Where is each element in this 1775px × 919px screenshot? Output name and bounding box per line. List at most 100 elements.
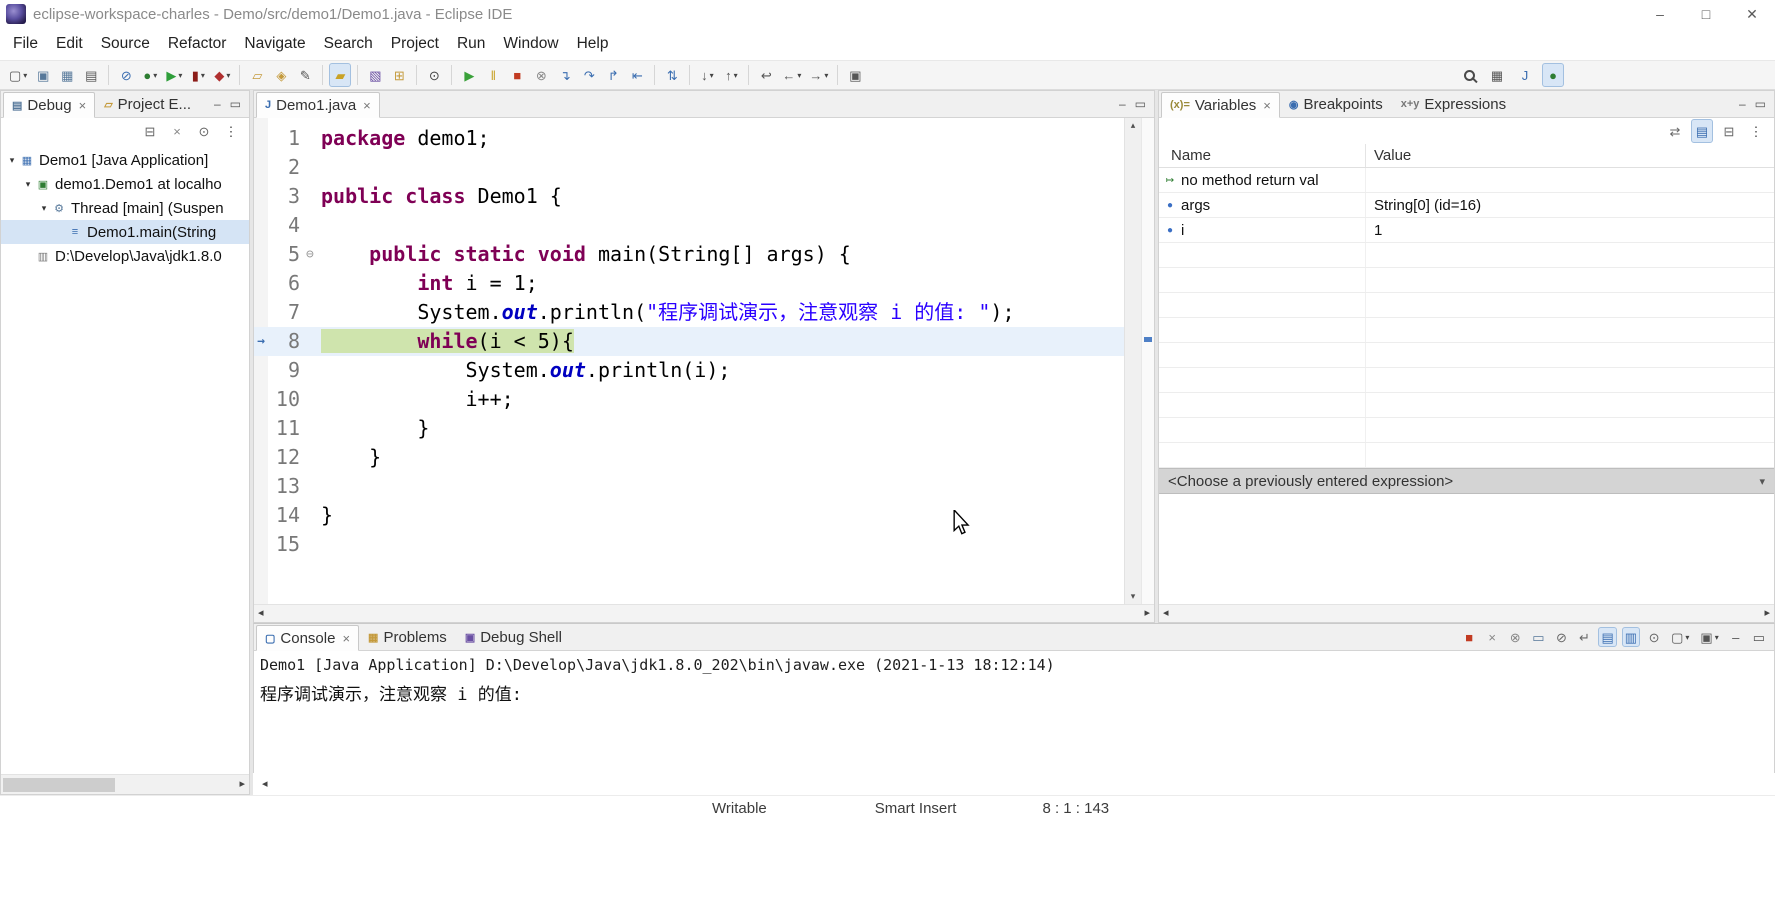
- save-all-button[interactable]: ▦: [56, 63, 78, 87]
- expander-icon[interactable]: ▾: [5, 155, 19, 166]
- close-icon[interactable]: ×: [342, 631, 350, 646]
- code-line[interactable]: 12 }: [254, 443, 1124, 472]
- open-task-button[interactable]: ✎: [294, 63, 316, 87]
- collapse-all-button[interactable]: ⊟: [1718, 119, 1740, 143]
- chevron-down-icon[interactable]: ▾: [1759, 475, 1765, 488]
- previous-annotation-button[interactable]: ↑▾: [720, 63, 742, 87]
- forward-button[interactable]: →▾: [806, 63, 831, 87]
- print-button[interactable]: ▤: [80, 63, 102, 87]
- maximize-view-button[interactable]: ▭: [1132, 97, 1149, 111]
- editor-hscrollbar[interactable]: [254, 604, 1154, 622]
- next-annotation-button[interactable]: ↓▾: [696, 63, 718, 87]
- tree-item[interactable]: ≡Demo1.main(String: [1, 220, 249, 244]
- tree-item[interactable]: ▥D:\Develop\Java\jdk1.8.0: [1, 244, 249, 268]
- editor-body[interactable]: 1package demo1;23public class Demo1 {45⊖…: [254, 118, 1154, 604]
- coverage-button[interactable]: ▮▾: [187, 63, 209, 87]
- tree-item[interactable]: ▾▣demo1.Demo1 at localho: [1, 172, 249, 196]
- code-line[interactable]: 11 }: [254, 414, 1124, 443]
- menu-project[interactable]: Project: [382, 30, 448, 58]
- scroll-left-icon[interactable]: [262, 779, 268, 790]
- new-java-package-button[interactable]: ⊞: [388, 63, 410, 87]
- tab-breakpoints[interactable]: ◉Breakpoints: [1280, 91, 1392, 117]
- tab-console[interactable]: ▢Console×: [256, 625, 359, 651]
- code-line[interactable]: →8 while(i < 5){: [254, 327, 1124, 356]
- tab-project-explorer[interactable]: ▱Project E...: [95, 91, 200, 117]
- scroll-up-icon[interactable]: [1131, 121, 1136, 130]
- new-wizard-button[interactable]: ▢▾: [6, 63, 30, 87]
- scroll-lock-button[interactable]: ⊘: [1552, 627, 1570, 647]
- debug-view-hscrollbar[interactable]: [1, 774, 249, 794]
- tab-debug[interactable]: ▤Debug×: [3, 92, 95, 118]
- menu-edit[interactable]: Edit: [47, 30, 92, 58]
- back-button[interactable]: ←▾: [779, 63, 804, 87]
- resume-button[interactable]: ▶: [458, 63, 480, 87]
- debug-button[interactable]: ●▾: [139, 63, 161, 87]
- tree-item[interactable]: ▾▦Demo1 [Java Application]: [1, 148, 249, 172]
- close-button[interactable]: ✕: [1729, 0, 1775, 28]
- remove-all-terminated-button[interactable]: ⊗: [1506, 627, 1524, 647]
- save-button[interactable]: ▣: [32, 63, 54, 87]
- step-return-button[interactable]: ↱: [602, 63, 624, 87]
- open-perspective-button[interactable]: ▦: [1486, 63, 1508, 87]
- name-column-header[interactable]: Name: [1159, 144, 1366, 167]
- scroll-right-icon[interactable]: [1764, 608, 1770, 619]
- variable-detail-pane[interactable]: [1159, 494, 1774, 604]
- disconnect-button[interactable]: ⊗: [530, 63, 552, 87]
- collapse-all-button[interactable]: ⊟: [139, 119, 161, 143]
- close-icon[interactable]: ×: [79, 98, 87, 113]
- console-empty-area[interactable]: [254, 709, 1774, 773]
- scroll-down-icon[interactable]: [1131, 592, 1136, 601]
- editor-vscrollbar[interactable]: [1124, 118, 1141, 604]
- variable-row[interactable]: ●argsString[0] (id=16): [1159, 193, 1774, 218]
- open-type-button[interactable]: ◈: [270, 63, 292, 87]
- code-line[interactable]: 13: [254, 472, 1124, 501]
- terminate-button[interactable]: ■: [506, 63, 528, 87]
- tab-demo1-java[interactable]: JDemo1.java×: [256, 92, 380, 118]
- step-over-button[interactable]: ↷: [578, 63, 600, 87]
- maximize-button[interactable]: □: [1683, 0, 1729, 28]
- search-button[interactable]: [1458, 63, 1480, 87]
- new-java-project-button[interactable]: ▧: [364, 63, 386, 87]
- menu-window[interactable]: Window: [494, 30, 567, 58]
- code-line[interactable]: 15: [254, 530, 1124, 559]
- code-line[interactable]: 6 int i = 1;: [254, 269, 1124, 298]
- run-external-tools-button[interactable]: ◆▾: [211, 63, 233, 87]
- show-logical-structures-button[interactable]: ⇄: [1664, 119, 1686, 143]
- run-button[interactable]: ▶▾: [163, 63, 185, 87]
- open-resource-button[interactable]: ▱: [246, 63, 268, 87]
- code-line[interactable]: 9 System.out.println(i);: [254, 356, 1124, 385]
- code-line[interactable]: 2: [254, 153, 1124, 182]
- code-line[interactable]: 4: [254, 211, 1124, 240]
- variable-row[interactable]: ●i1: [1159, 218, 1774, 243]
- suspend-button[interactable]: ‖: [482, 63, 504, 87]
- close-icon[interactable]: ×: [1263, 98, 1271, 113]
- expander-icon[interactable]: ▾: [21, 179, 35, 190]
- minimize-view-button[interactable]: –: [211, 97, 224, 111]
- remove-launch-button[interactable]: ×: [1483, 627, 1501, 647]
- scroll-left-icon[interactable]: [1163, 608, 1169, 619]
- use-step-filters-button[interactable]: ⇅: [661, 63, 683, 87]
- clear-console-button[interactable]: ▭: [1529, 627, 1547, 647]
- view-menu-button[interactable]: ⋮: [1745, 119, 1767, 143]
- tab-debug-shell[interactable]: ▣Debug Shell: [456, 624, 571, 650]
- minimize-button[interactable]: –: [1637, 0, 1683, 28]
- console-output[interactable]: 程序调试演示，注意观察 i 的值:: [254, 676, 1774, 709]
- show-on-stderr-button[interactable]: ▥: [1622, 627, 1640, 647]
- word-wrap-button[interactable]: ↵: [1575, 627, 1593, 647]
- menu-navigate[interactable]: Navigate: [235, 30, 314, 58]
- tab-variables[interactable]: (x)=Variables×: [1161, 92, 1280, 118]
- menu-run[interactable]: Run: [448, 30, 494, 58]
- expander-icon[interactable]: ▾: [37, 203, 51, 214]
- mark-occurrences-button[interactable]: ▰: [329, 63, 351, 87]
- scroll-right-icon[interactable]: [1144, 608, 1150, 619]
- menu-refactor[interactable]: Refactor: [159, 30, 236, 58]
- menu-search[interactable]: Search: [315, 30, 382, 58]
- open-console-button[interactable]: ▣▾: [1697, 627, 1721, 647]
- tree-item[interactable]: ▾⚙Thread [main] (Suspen: [1, 196, 249, 220]
- minimize-view-button[interactable]: –: [1727, 627, 1745, 647]
- debug-perspective-button[interactable]: ●: [1542, 63, 1564, 87]
- display-selected-console-button[interactable]: ▢▾: [1668, 627, 1692, 647]
- expression-input[interactable]: <Choose a previously entered expression>…: [1159, 468, 1774, 494]
- skip-all-breakpoints-button[interactable]: ⊘: [115, 63, 137, 87]
- code-line[interactable]: 10 i++;: [254, 385, 1124, 414]
